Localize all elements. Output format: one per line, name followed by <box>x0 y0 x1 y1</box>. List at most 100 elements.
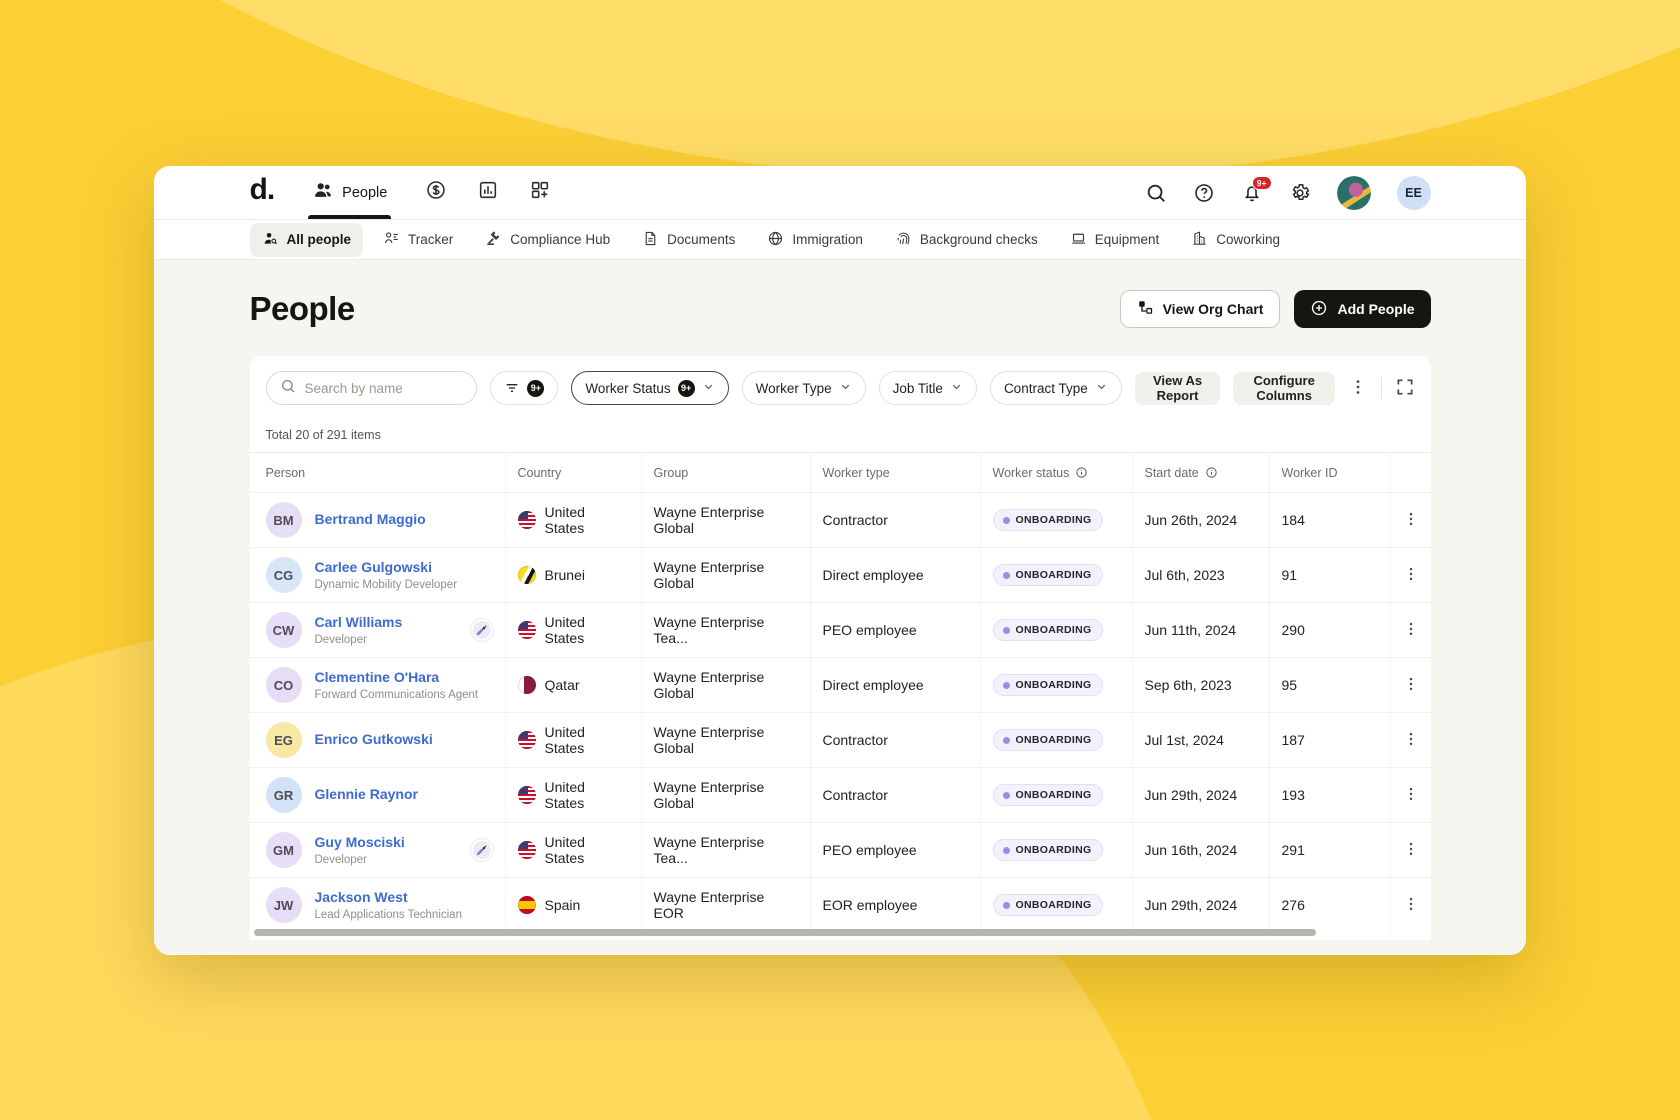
nav-tab-finance[interactable] <box>421 166 451 219</box>
row-actions-kebab-icon[interactable] <box>1402 840 1420 860</box>
view-org-chart-label: View Org Chart <box>1163 301 1264 317</box>
start-date: Jul 6th, 2023 <box>1145 567 1225 583</box>
search-icon[interactable] <box>1145 182 1167 204</box>
status-dot <box>1003 517 1010 524</box>
worker-type: Contractor <box>823 512 888 528</box>
person-name-link[interactable]: Carlee Gulgowski <box>315 559 458 577</box>
filter-button[interactable]: 9+ <box>490 371 558 405</box>
top-nav-bar: d. People 9+ <box>154 166 1526 220</box>
country-flag-icon <box>518 731 536 749</box>
search-input[interactable] <box>305 381 464 396</box>
country-name: United States <box>545 614 629 646</box>
building-icon <box>1191 230 1208 250</box>
subnav-item-documents[interactable]: Documents <box>630 223 747 257</box>
group-name: Wayne Enterprise Tea... <box>654 834 798 866</box>
dart-badge-icon <box>471 619 493 641</box>
fullscreen-expand-icon[interactable] <box>1395 377 1415 399</box>
person-list-icon <box>383 230 400 250</box>
person-name-link[interactable]: Carl Williams <box>315 614 403 632</box>
filter-pill-contract-type[interactable]: Contract Type <box>990 371 1122 405</box>
help-icon[interactable] <box>1193 182 1215 204</box>
table-row: JWJackson WestLead Applications Technici… <box>250 877 1431 932</box>
country-name: United States <box>545 724 629 756</box>
worker-type: Contractor <box>823 732 888 748</box>
subnav-item-equipment[interactable]: Equipment <box>1058 223 1172 257</box>
grid-plus-icon <box>529 179 551 206</box>
status-dot <box>1003 792 1010 799</box>
row-actions-kebab-icon[interactable] <box>1402 785 1420 805</box>
person-name-link[interactable]: Bertrand Maggio <box>315 511 426 529</box>
view-org-chart-button[interactable]: View Org Chart <box>1120 290 1281 328</box>
info-icon[interactable] <box>1075 466 1088 479</box>
group-name: Wayne Enterprise Tea... <box>654 614 798 646</box>
filter-pill-label: Worker Status <box>585 381 670 396</box>
search-icon <box>280 378 296 399</box>
page-title: People <box>250 290 355 328</box>
column-header-worker-status: Worker status <box>980 453 1132 492</box>
avatar: BM <box>266 502 302 538</box>
notification-badge: 9+ <box>1252 176 1272 191</box>
person-name-link[interactable]: Clementine O'Hara <box>315 669 479 687</box>
country-flag-icon <box>518 621 536 639</box>
table-row: BMBertrand MaggioUnited StatesWayne Ente… <box>250 492 1431 547</box>
info-icon[interactable] <box>1205 466 1218 479</box>
notifications-bell-icon[interactable]: 9+ <box>1241 182 1263 204</box>
person-name-link[interactable]: Glennie Raynor <box>315 786 418 804</box>
nav-tab-reports[interactable] <box>473 166 503 219</box>
subnav-item-immigration[interactable]: Immigration <box>755 223 875 257</box>
person-name-link[interactable]: Enrico Gutkowski <box>315 731 433 749</box>
deel-logo[interactable]: d. <box>250 175 275 211</box>
search-by-name-box[interactable] <box>266 371 478 405</box>
user-avatar[interactable]: EE <box>1397 176 1431 210</box>
filter-pill-job-title[interactable]: Job Title <box>879 371 977 405</box>
nav-tab-people[interactable]: People <box>308 166 391 219</box>
country-flag-icon <box>518 511 536 529</box>
configure-columns-button[interactable]: Configure Columns <box>1233 372 1334 405</box>
horizontal-scrollbar[interactable] <box>254 929 1316 936</box>
worker-type: Contractor <box>823 787 888 803</box>
row-actions-kebab-icon[interactable] <box>1402 510 1420 530</box>
more-options-kebab-icon[interactable] <box>1348 377 1368 399</box>
country-flag-icon <box>518 676 536 694</box>
country-flag-icon <box>518 896 536 914</box>
person-name-link[interactable]: Guy Mosciski <box>315 834 405 852</box>
worker-type: PEO employee <box>823 622 917 638</box>
subnav-item-background-checks[interactable]: Background checks <box>883 223 1050 257</box>
subnav-item-label: Documents <box>667 232 735 247</box>
row-actions-kebab-icon[interactable] <box>1402 565 1420 585</box>
organization-avatar[interactable] <box>1337 176 1371 210</box>
row-actions-kebab-icon[interactable] <box>1402 675 1420 695</box>
filter-count-badge: 9+ <box>527 380 544 397</box>
subnav-item-tracker[interactable]: Tracker <box>371 223 465 257</box>
filter-pill-worker-type[interactable]: Worker Type <box>742 371 866 405</box>
chevron-down-icon <box>702 380 715 396</box>
add-people-button[interactable]: Add People <box>1294 290 1430 328</box>
column-header-worker-type: Worker type <box>810 453 980 492</box>
filter-pill-label: Contract Type <box>1004 381 1088 396</box>
subnav-item-label: Coworking <box>1216 232 1280 247</box>
chevron-down-icon <box>1095 380 1108 396</box>
start-date: Sep 6th, 2023 <box>1145 677 1232 693</box>
table-row: GRGlennie RaynorUnited StatesWayne Enter… <box>250 767 1431 822</box>
background-shape-top <box>0 0 1680 180</box>
chevron-down-icon <box>839 380 852 396</box>
person-name-link[interactable]: Jackson West <box>315 889 462 907</box>
filter-pill-worker-status[interactable]: Worker Status9+ <box>571 371 728 405</box>
avatar: JW <box>266 887 302 923</box>
view-as-report-button[interactable]: View As Report <box>1135 372 1221 405</box>
row-actions-kebab-icon[interactable] <box>1402 620 1420 640</box>
subnav-item-coworking[interactable]: Coworking <box>1179 223 1292 257</box>
status-badge: ONBOARDING <box>993 619 1104 641</box>
settings-gear-icon[interactable] <box>1289 182 1311 204</box>
nav-tab-apps[interactable] <box>525 166 555 219</box>
bell-icon <box>1241 191 1263 208</box>
filter-pill-label: Worker Type <box>756 381 832 396</box>
subnav-item-compliance-hub[interactable]: Compliance Hub <box>473 223 622 257</box>
worker-type: PEO employee <box>823 842 917 858</box>
subnav-item-all-people[interactable]: All people <box>250 223 364 257</box>
row-actions-kebab-icon[interactable] <box>1402 730 1420 750</box>
person-job-title: Developer <box>315 854 405 866</box>
country-name: United States <box>545 834 629 866</box>
row-actions-kebab-icon[interactable] <box>1402 895 1420 915</box>
table-row: CWCarl WilliamsDeveloperUnited StatesWay… <box>250 602 1431 657</box>
